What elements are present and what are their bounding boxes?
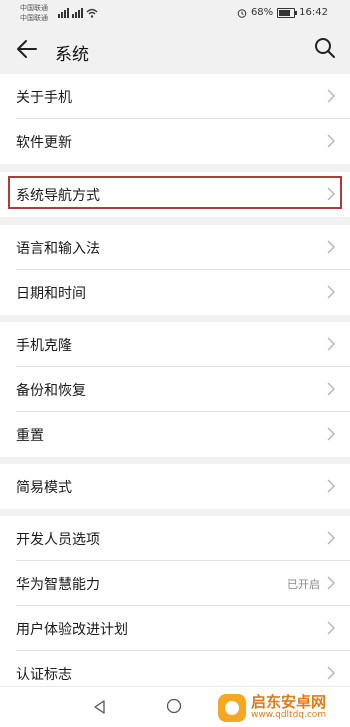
battery-percent: 68% (250, 7, 274, 18)
settings-item-label: 华为智慧能力 (16, 577, 100, 593)
navigation-bar: 启东安卓网 www.qdltdq.com (0, 686, 350, 727)
settings-item-label: 软件更新 (16, 135, 72, 151)
settings-group-6: 开发人员选项 华为智慧能力 已开启 用户体验改进计划 认证标志 (0, 516, 350, 696)
watermark: 启东安卓网 www.qdltdq.com (218, 691, 346, 725)
settings-item-about-phone[interactable]: 关于手机 (0, 74, 350, 119)
settings-item-label: 重置 (16, 428, 44, 444)
settings-item-label: 认证标志 (16, 667, 72, 683)
settings-item-label: 关于手机 (16, 90, 72, 106)
watermark-name: 启东安卓网 (251, 693, 327, 712)
settings-item-huawei-intelligence[interactable]: 华为智慧能力 已开启 (0, 561, 350, 606)
chevron-right-icon (327, 621, 335, 635)
settings-item-label: 用户体验改进计划 (16, 622, 128, 638)
settings-group-1: 关于手机 软件更新 (0, 74, 350, 164)
chevron-right-icon (327, 89, 335, 103)
watermark-url: www.qdltdq.com (251, 710, 327, 721)
settings-item-label: 简易模式 (16, 480, 72, 496)
settings-item-reset[interactable]: 重置 (0, 412, 350, 457)
settings-item-label: 语言和输入法 (16, 241, 100, 257)
settings-item-user-experience[interactable]: 用户体验改进计划 (0, 606, 350, 651)
status-bar: 中国联通 中国联通 68% 16:42 (0, 0, 350, 26)
settings-item-phone-clone[interactable]: 手机克隆 (0, 322, 350, 367)
back-arrow-icon[interactable] (14, 36, 40, 62)
chevron-right-icon (327, 240, 335, 254)
settings-item-label: 开发人员选项 (16, 532, 100, 548)
chevron-right-icon (327, 337, 335, 351)
settings-item-date-time[interactable]: 日期和时间 (0, 270, 350, 315)
nav-home-icon[interactable] (166, 698, 182, 714)
settings-item-language-input[interactable]: 语言和输入法 (0, 225, 350, 270)
chevron-right-icon (327, 134, 335, 148)
settings-group-3: 语言和输入法 日期和时间 (0, 225, 350, 315)
search-icon[interactable] (314, 37, 336, 59)
nav-back-icon[interactable] (92, 699, 108, 715)
settings-item-backup-restore[interactable]: 备份和恢复 (0, 367, 350, 412)
settings-group-4: 手机克隆 备份和恢复 重置 (0, 322, 350, 457)
highlight-box (8, 176, 342, 209)
alarm-icon (237, 8, 247, 18)
chevron-right-icon (327, 531, 335, 545)
chevron-right-icon (327, 479, 335, 493)
settings-item-label: 备份和恢复 (16, 383, 86, 399)
page-title: 系统 (55, 45, 89, 65)
settings-item-software-update[interactable]: 软件更新 (0, 119, 350, 164)
status-right: 68% 16:42 (237, 7, 328, 18)
title-bar: 系统 (0, 26, 350, 74)
battery-icon (277, 7, 298, 18)
settings-item-developer-options[interactable]: 开发人员选项 (0, 516, 350, 561)
chevron-right-icon (327, 576, 335, 590)
settings-item-value: 已开启 (287, 578, 320, 591)
clock: 16:42 (299, 7, 328, 18)
carrier-1: 中国联通 (20, 4, 48, 12)
settings-item-label: 手机克隆 (16, 338, 72, 354)
carrier-names: 中国联通 中国联通 (20, 3, 48, 23)
carrier-2: 中国联通 (20, 14, 48, 22)
signal-icon (58, 8, 98, 20)
settings-item-label: 日期和时间 (16, 286, 86, 302)
watermark-text: 启东安卓网 www.qdltdq.com (251, 695, 326, 720)
chevron-right-icon (327, 382, 335, 396)
chevron-right-icon (327, 666, 335, 680)
settings-group-5: 简易模式 (0, 464, 350, 509)
chevron-right-icon (327, 285, 335, 299)
settings-item-simple-mode[interactable]: 简易模式 (0, 464, 350, 509)
watermark-logo-icon (218, 694, 246, 722)
chevron-right-icon (327, 427, 335, 441)
